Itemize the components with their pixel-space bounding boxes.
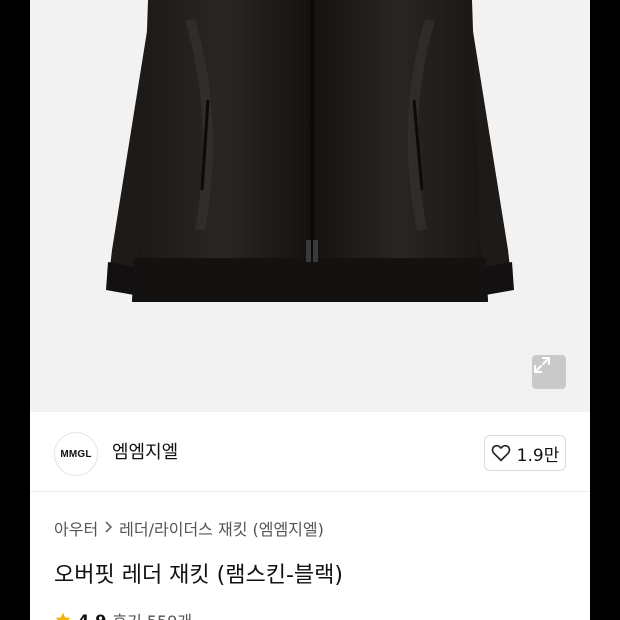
like-count: 1.9만 [516,445,560,466]
heart-outline-icon [491,444,510,462]
star-icon [55,612,71,620]
expand-image-button[interactable] [532,355,566,389]
brand-logo[interactable]: MMGL [54,432,98,476]
leather-jacket-image [106,0,514,302]
like-button[interactable]: 1.9만 [484,435,566,471]
brand-name[interactable]: 엠엠지엘 [112,440,178,466]
breadcrumb-category[interactable]: 아우터 [54,516,98,540]
rating-score: 4.9 [78,610,107,620]
chevron-right-icon [104,519,113,537]
product-title: 오버핏 레더 재킷 (램스킨-블랙) [54,563,343,588]
product-page: MMGL 엠엠지엘 1.9만 아우터 레더/라이더스 재킷 (엠엠지엘) 오버핏… [30,0,590,620]
brand-row: MMGL 엠엠지엘 1.9만 [30,412,590,492]
breadcrumb: 아우터 레더/라이더스 재킷 (엠엠지엘) [54,516,324,540]
review-count[interactable]: 후기 559개 [112,608,192,620]
product-image[interactable] [30,0,590,412]
rating-row[interactable]: 4.9 후기 559개 [54,608,192,620]
breadcrumb-subcategory[interactable]: 레더/라이더스 재킷 (엠엠지엘) [119,516,324,540]
expand-arrows-icon [534,357,550,373]
